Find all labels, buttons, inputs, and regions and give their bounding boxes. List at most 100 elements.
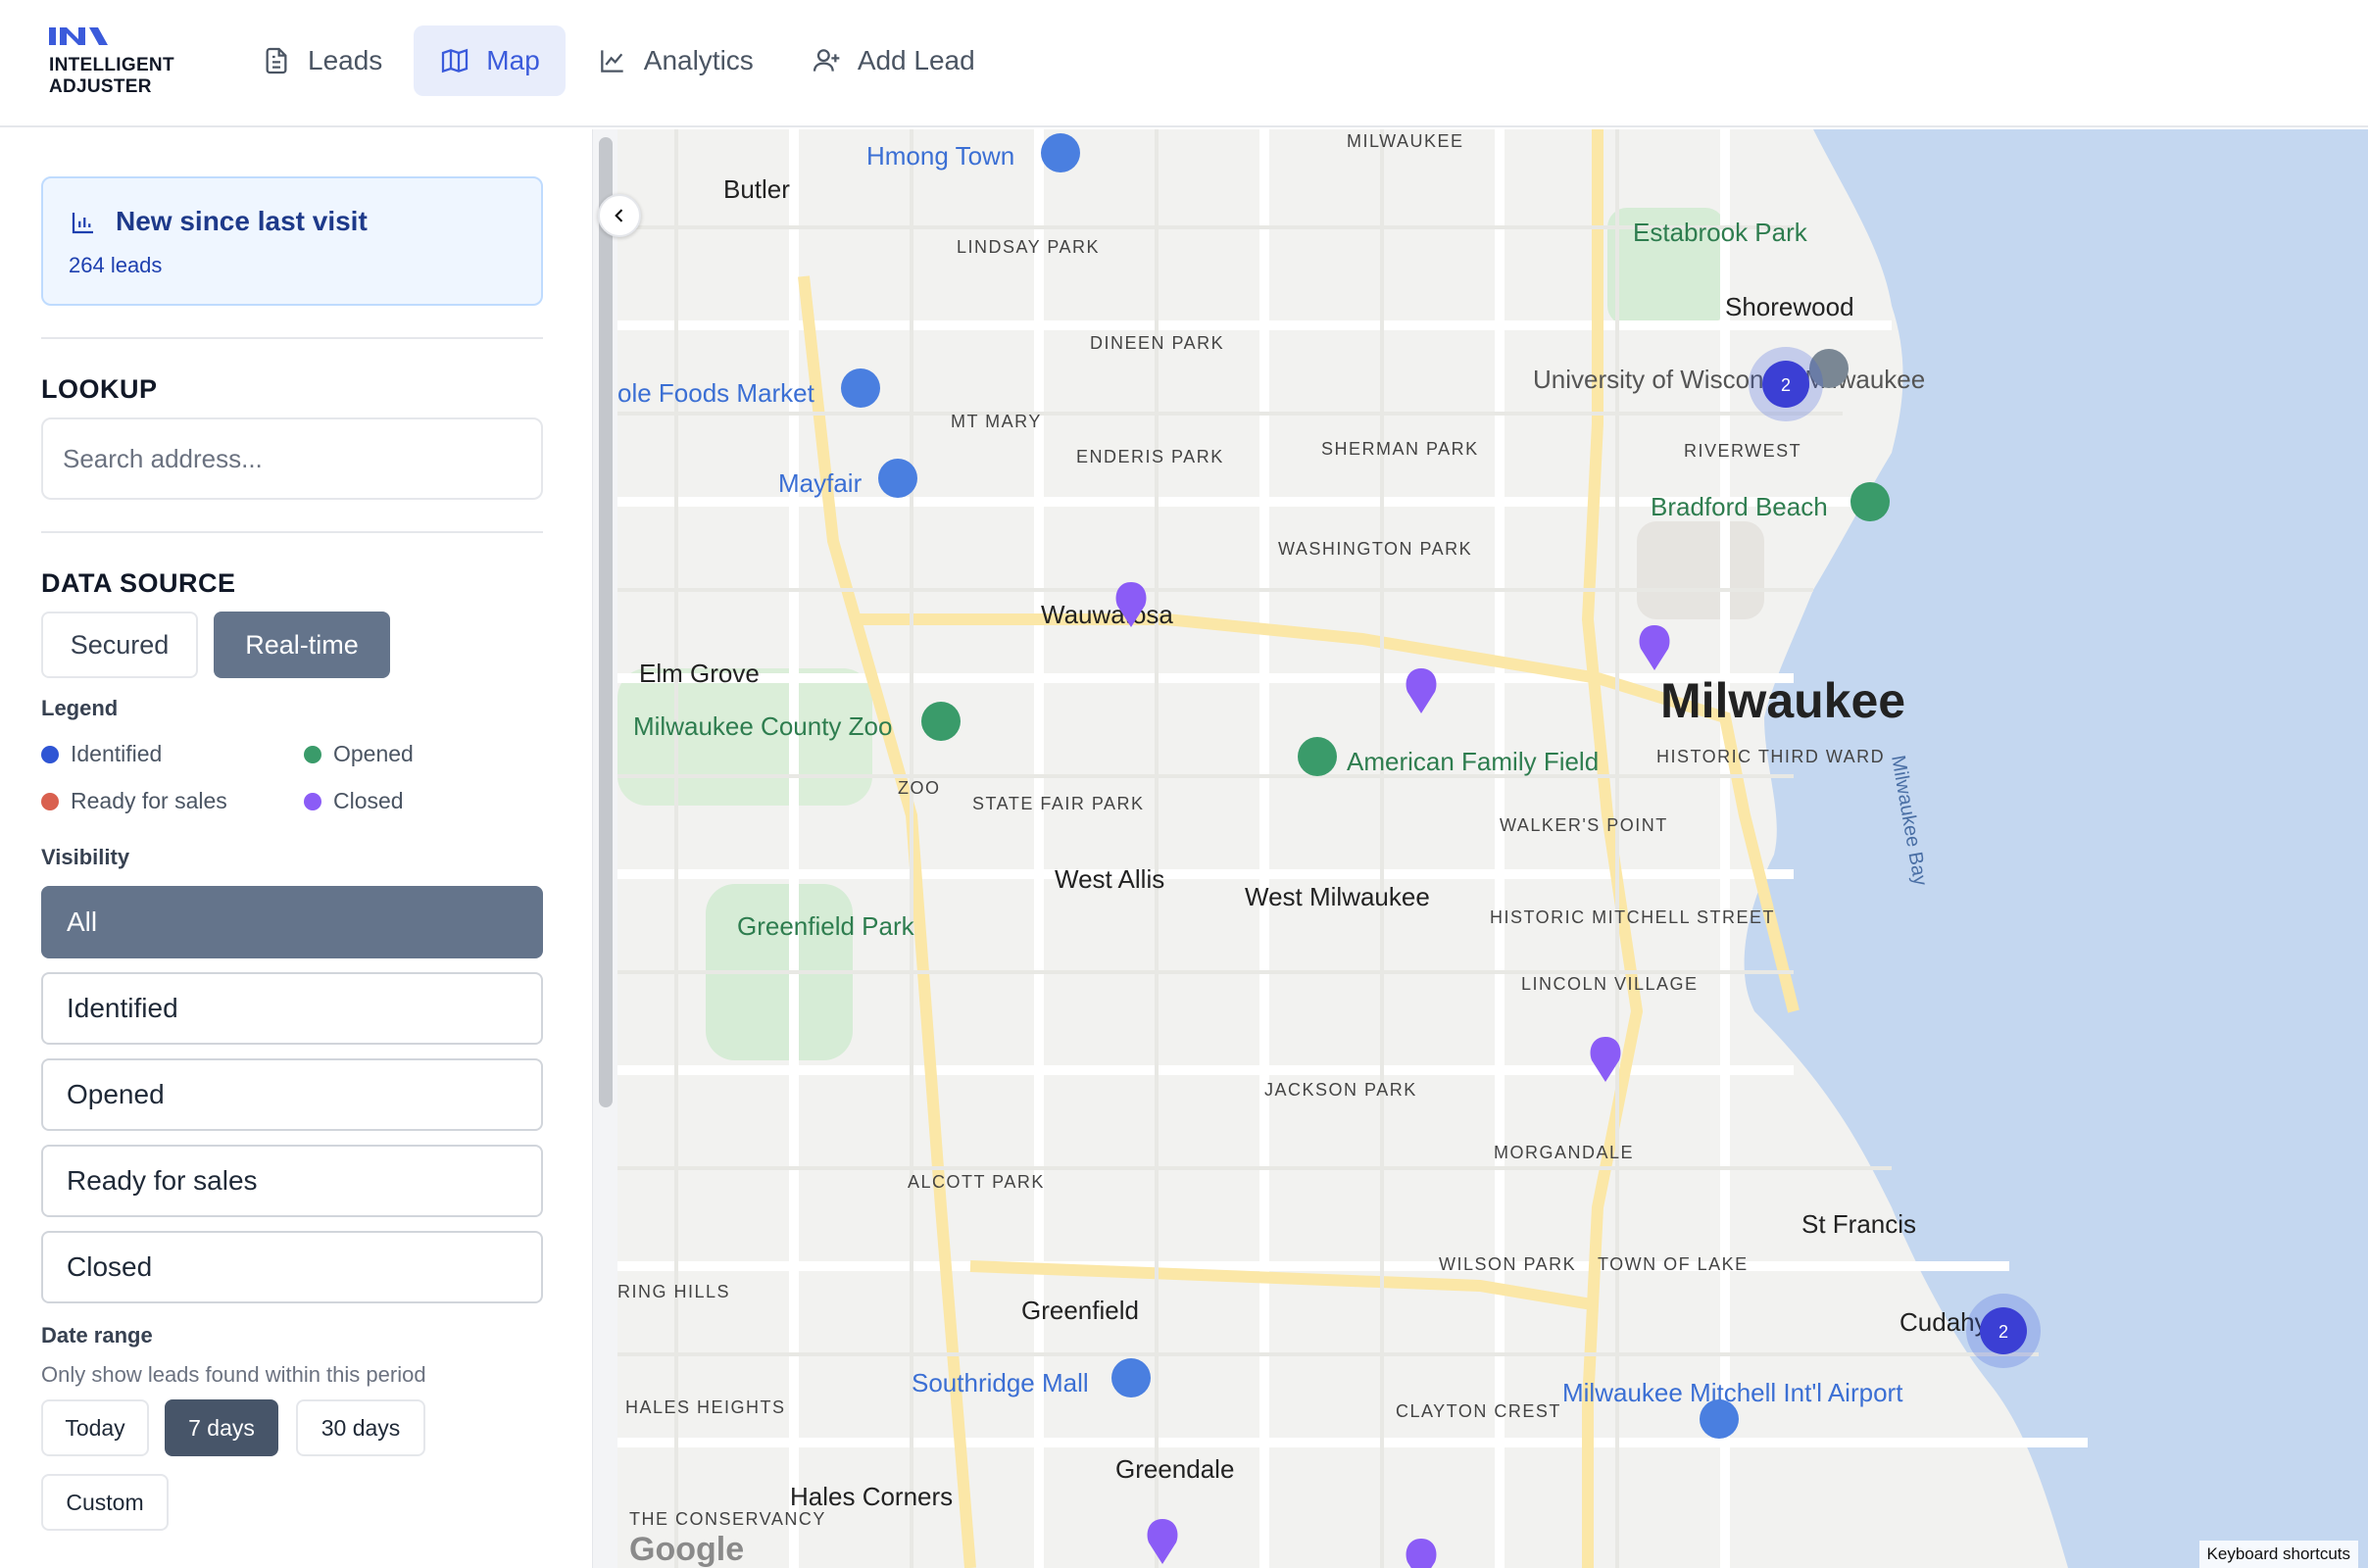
legend-label: Opened <box>333 741 414 766</box>
neighborhood-label: HALES HEIGHTS <box>625 1397 786 1417</box>
lookup-heading: LOOKUP <box>41 374 158 404</box>
poi-label: ole Foods Market <box>617 378 815 408</box>
nav-analytics[interactable]: Analytics <box>571 25 779 96</box>
poi-label: American Family Field <box>1347 747 1599 776</box>
nav-add-lead[interactable]: Add Lead <box>785 25 1001 96</box>
leads-map[interactable]: Milwaukee Butler Shorewood Wauwatosa Elm… <box>617 129 2368 1568</box>
search-address-input[interactable] <box>41 417 543 500</box>
opened-dot-icon <box>304 745 321 763</box>
top-bar: INTELLIGENT ADJUSTER Leads Map Analytics… <box>0 0 2368 127</box>
new-since-last-visit-card[interactable]: New since last visit 264 leads <box>41 176 543 306</box>
chevron-left-icon <box>615 209 623 222</box>
legend-heading: Legend <box>41 696 119 720</box>
stadium-icon <box>1298 737 1337 776</box>
place-label: Wauwatosa <box>1041 600 1173 629</box>
lake-michigan <box>1744 129 2368 1568</box>
visibility-opened-button[interactable]: Opened <box>41 1058 543 1131</box>
neighborhood-label: ZOO <box>898 778 941 798</box>
nav-leads[interactable]: Leads <box>235 25 408 96</box>
nav-leads-label: Leads <box>308 45 383 75</box>
neighborhood-label: CLAYTON CREST <box>1396 1401 1561 1421</box>
lead-pin-closed <box>1147 1519 1178 1564</box>
neighborhood-label: DINEEN PARK <box>1090 333 1224 353</box>
new-leads-count: 264 leads <box>69 253 163 277</box>
google-logo: Google <box>629 1531 744 1568</box>
shopping-bag-icon <box>1111 1358 1151 1397</box>
neighborhood-label: LINDSAY PARK <box>957 237 1100 257</box>
nav-analytics-label: Analytics <box>643 45 754 75</box>
place-label: Elm Grove <box>639 659 760 688</box>
map-icon <box>442 48 469 74</box>
brand-name-line1: INTELLIGENT <box>49 55 174 75</box>
legend-identified: Identified <box>41 741 162 767</box>
date-today-button[interactable]: Today <box>41 1399 149 1456</box>
poi-label: Estabrook Park <box>1633 218 1808 247</box>
place-label: Hales Corners <box>790 1482 953 1511</box>
neighborhood-label: ENDERIS PARK <box>1076 447 1224 466</box>
poi-label: University of Wisconsin-Milwaukee <box>1533 365 1925 394</box>
place-label: St Francis <box>1801 1209 1916 1239</box>
identified-dot-icon <box>41 745 59 763</box>
bar-chart-icon <box>72 213 93 234</box>
neighborhood-label: SHERMAN PARK <box>1321 439 1479 459</box>
date-7-days-button[interactable]: 7 days <box>165 1399 278 1456</box>
data-source-secured-button[interactable]: Secured <box>41 612 198 678</box>
place-label: Greenfield <box>1021 1296 1139 1325</box>
place-label: Butler <box>723 174 790 204</box>
data-source-realtime-button[interactable]: Real-time <box>214 612 390 678</box>
document-icon <box>266 47 287 74</box>
zoo-icon <box>921 702 961 741</box>
poi-label: Bradford Beach <box>1651 492 1828 521</box>
nav-map[interactable]: Map <box>414 25 566 96</box>
poi-label: Mayfair <box>778 468 863 498</box>
neighborhood-label: JACKSON PARK <box>1264 1080 1417 1100</box>
poi-label: Southridge Mall <box>912 1368 1089 1397</box>
closed-dot-icon <box>304 792 321 810</box>
place-label: West Milwaukee <box>1245 882 1430 911</box>
neighborhood-label: ALCOTT PARK <box>908 1172 1045 1192</box>
nav-map-label: Map <box>486 45 540 75</box>
city-label: Milwaukee <box>1660 673 1905 728</box>
map-canvas[interactable]: Milwaukee Butler Shorewood Wauwatosa Elm… <box>617 129 2368 1568</box>
neighborhood-label: MT MARY <box>951 412 1042 431</box>
nav-add-lead-label: Add Lead <box>857 45 975 75</box>
date-30-days-button[interactable]: 30 days <box>296 1399 425 1456</box>
visibility-ready-button[interactable]: Ready for sales <box>41 1145 543 1217</box>
filter-sidebar: New since last visit 264 leads LOOKUP DA… <box>0 129 588 1568</box>
legend-label: Ready for sales <box>71 788 227 813</box>
visibility-all-button[interactable]: All <box>41 886 543 958</box>
brand-logo[interactable]: INTELLIGENT ADJUSTER <box>47 25 204 104</box>
lead-pin-closed <box>1406 1539 1437 1568</box>
cluster-count: 2 <box>1781 375 1791 395</box>
neighborhood-label: HISTORIC MITCHELL STREET <box>1490 907 1775 927</box>
legend-opened: Opened <box>304 741 414 767</box>
chart-icon <box>600 50 623 73</box>
lead-pin-closed <box>1639 625 1670 670</box>
visibility-identified-button[interactable]: Identified <box>41 972 543 1045</box>
neighborhood-label: WILSON PARK <box>1439 1254 1576 1274</box>
brand-name-line2: ADJUSTER <box>49 76 152 97</box>
airplane-icon <box>1700 1399 1739 1439</box>
legend-ready-for-sales: Ready for sales <box>41 788 227 814</box>
date-custom-button[interactable]: Custom <box>41 1474 169 1531</box>
main-nav: Leads Map Analytics Add Lead <box>235 25 1001 96</box>
keyboard-shortcuts-link[interactable]: Keyboard shortcuts <box>2198 1541 2358 1568</box>
sidebar-scrollbar-thumb[interactable] <box>599 137 613 1107</box>
poi-label: Milwaukee Mitchell Int'l Airport <box>1562 1378 1903 1407</box>
shopping-bag-icon <box>878 459 917 498</box>
tree-icon <box>1850 482 1890 521</box>
lead-pin-closed <box>1406 668 1437 713</box>
legend-label: Closed <box>333 788 404 813</box>
lead-cluster[interactable]: 2 <box>1749 347 1823 421</box>
visibility-closed-button[interactable]: Closed <box>41 1231 543 1303</box>
divider <box>41 337 543 339</box>
park-area <box>1637 521 1764 619</box>
neighborhood-label: RING HILLS <box>617 1282 730 1301</box>
collapse-sidebar-button[interactable] <box>598 194 641 237</box>
neighborhood-label: WALKER'S POINT <box>1500 815 1668 835</box>
legend-label: Identified <box>71 741 163 766</box>
shopping-cart-icon <box>841 368 880 408</box>
highway-network <box>798 129 1800 1568</box>
lead-cluster[interactable]: 2 <box>1966 1294 2041 1368</box>
neighborhood-label: TOWN OF LAKE <box>1598 1254 1749 1274</box>
